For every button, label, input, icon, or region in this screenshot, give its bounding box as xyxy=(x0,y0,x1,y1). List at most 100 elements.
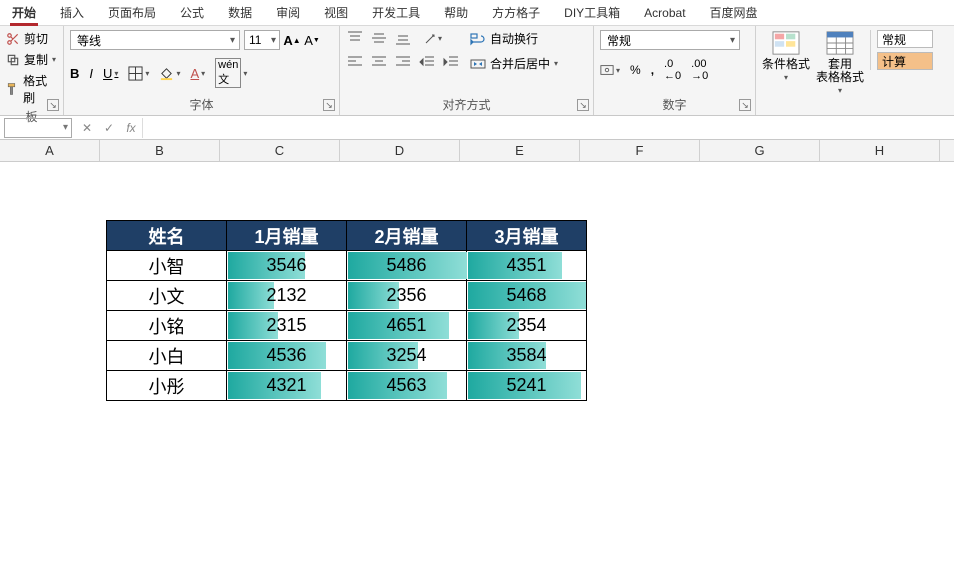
font-color-button[interactable]: A▾ xyxy=(190,66,205,81)
alignment-launcher[interactable]: ↘ xyxy=(577,99,589,111)
table-header[interactable]: 姓名 xyxy=(107,221,227,251)
table-header[interactable]: 3月销量 xyxy=(467,221,587,251)
decrease-indent-button[interactable] xyxy=(418,54,436,70)
decrease-decimal-button[interactable]: .00→0 xyxy=(691,58,708,82)
value-cell[interactable]: 4651 xyxy=(347,311,467,341)
comma-button[interactable]: , xyxy=(651,63,654,77)
column-header-A[interactable]: A xyxy=(0,140,100,161)
name-cell[interactable]: 小白 xyxy=(107,341,227,371)
value-cell[interactable]: 3254 xyxy=(347,341,467,371)
tab-插入[interactable]: 插入 xyxy=(48,0,96,25)
column-header-E[interactable]: E xyxy=(460,140,580,161)
table-header[interactable]: 2月销量 xyxy=(347,221,467,251)
orientation-button[interactable]: ▾ xyxy=(418,30,446,46)
group-label-alignment: 对齐方式 xyxy=(346,94,587,113)
value-cell[interactable]: 2354 xyxy=(467,311,587,341)
align-left-button[interactable] xyxy=(346,54,364,70)
phonetic-button[interactable]: wén文▾ xyxy=(215,58,247,88)
chevron-down-icon: ▾ xyxy=(554,59,558,68)
column-header-D[interactable]: D xyxy=(340,140,460,161)
cut-button[interactable]: 剪切 xyxy=(6,30,57,47)
copy-button[interactable]: 复制 ▾ xyxy=(6,51,57,68)
align-top-button[interactable] xyxy=(346,30,364,46)
insert-function-button[interactable]: fx xyxy=(120,121,142,135)
number-format-select[interactable]: 常规 xyxy=(600,30,740,50)
scissors-icon xyxy=(6,32,20,46)
tab-开始[interactable]: 开始 xyxy=(0,0,48,25)
tab-数据[interactable]: 数据 xyxy=(216,0,264,25)
underline-button[interactable]: U▾ xyxy=(103,66,118,81)
column-header-F[interactable]: F xyxy=(580,140,700,161)
value-cell[interactable]: 5486 xyxy=(347,251,467,281)
formula-input[interactable] xyxy=(142,118,954,138)
tab-开发工具[interactable]: 开发工具 xyxy=(360,0,432,25)
name-cell[interactable]: 小智 xyxy=(107,251,227,281)
tab-公式[interactable]: 公式 xyxy=(168,0,216,25)
align-middle-button[interactable] xyxy=(370,30,388,46)
chevron-down-icon: ▾ xyxy=(784,73,788,82)
value-cell[interactable]: 3584 xyxy=(467,341,587,371)
name-cell[interactable]: 小文 xyxy=(107,281,227,311)
wrap-text-button[interactable]: 自动换行 xyxy=(470,30,558,47)
value-cell[interactable]: 4321 xyxy=(227,371,347,401)
tab-DIY工具箱[interactable]: DIY工具箱 xyxy=(552,0,632,25)
value-cell[interactable]: 4536 xyxy=(227,341,347,371)
cell-style-calculation[interactable]: 计算 xyxy=(877,52,933,70)
decrease-font-button[interactable]: A▼ xyxy=(304,32,320,48)
align-right-button[interactable] xyxy=(394,54,412,70)
tab-方方格子[interactable]: 方方格子 xyxy=(480,0,552,25)
value-cell[interactable]: 2132 xyxy=(227,281,347,311)
table-row: 小铭231546512354 xyxy=(107,311,587,341)
enter-formula-button[interactable]: ✓ xyxy=(98,121,120,135)
cell-style-normal[interactable]: 常规 xyxy=(877,30,933,48)
merge-center-label: 合并后居中 xyxy=(490,55,550,72)
tab-帮助[interactable]: 帮助 xyxy=(432,0,480,25)
accounting-format-button[interactable]: ▾ xyxy=(600,63,620,77)
tab-页面布局[interactable]: 页面布局 xyxy=(96,0,168,25)
tab-视图[interactable]: 视图 xyxy=(312,0,360,25)
value-cell[interactable]: 2315 xyxy=(227,311,347,341)
value-cell[interactable]: 4563 xyxy=(347,371,467,401)
cancel-formula-button[interactable]: ✕ xyxy=(76,121,98,135)
worksheet-area[interactable]: 姓名1月销量2月销量3月销量 小智354654864351小文213223565… xyxy=(0,162,954,580)
font-name-select[interactable]: 等线 xyxy=(70,30,240,50)
name-cell[interactable]: 小彤 xyxy=(107,371,227,401)
font-size-select[interactable]: 11 xyxy=(244,30,280,50)
percent-button[interactable]: % xyxy=(630,63,641,77)
align-center-button[interactable] xyxy=(370,54,388,70)
tab-Acrobat[interactable]: Acrobat xyxy=(632,2,697,24)
merge-center-button[interactable]: 合并后居中 ▾ xyxy=(470,55,558,72)
value-cell[interactable]: 5468 xyxy=(467,281,587,311)
column-header-H[interactable]: H xyxy=(820,140,940,161)
fill-color-button[interactable]: ▾ xyxy=(159,66,180,81)
value-cell[interactable]: 5241 xyxy=(467,371,587,401)
increase-decimal-button[interactable]: .0←0 xyxy=(664,58,681,82)
group-label-number: 数字 xyxy=(600,94,749,113)
column-header-G[interactable]: G xyxy=(700,140,820,161)
clipboard-launcher[interactable]: ↘ xyxy=(47,99,59,111)
increase-indent-button[interactable] xyxy=(442,54,460,70)
value-cell[interactable]: 2356 xyxy=(347,281,467,311)
increase-font-button[interactable]: A▲ xyxy=(284,32,300,48)
table-header[interactable]: 1月销量 xyxy=(227,221,347,251)
cut-label: 剪切 xyxy=(24,30,48,47)
column-header-B[interactable]: B xyxy=(100,140,220,161)
value-cell[interactable]: 3546 xyxy=(227,251,347,281)
name-cell[interactable]: 小铭 xyxy=(107,311,227,341)
border-button[interactable]: ▾ xyxy=(128,66,149,81)
bold-button[interactable]: B xyxy=(70,66,79,81)
border-icon xyxy=(128,66,143,81)
group-clipboard: 剪切 复制 ▾ 格式刷 板 ↘ xyxy=(0,26,64,115)
font-launcher[interactable]: ↘ xyxy=(323,99,335,111)
tab-百度网盘[interactable]: 百度网盘 xyxy=(698,0,770,25)
conditional-format-button[interactable]: 条件格式 ▾ xyxy=(762,30,810,82)
number-launcher[interactable]: ↘ xyxy=(739,99,751,111)
column-header-C[interactable]: C xyxy=(220,140,340,161)
value-cell[interactable]: 4351 xyxy=(467,251,587,281)
align-bottom-button[interactable] xyxy=(394,30,412,46)
name-box[interactable] xyxy=(4,118,72,138)
table-format-icon xyxy=(825,30,855,56)
tab-审阅[interactable]: 审阅 xyxy=(264,0,312,25)
italic-button[interactable]: I xyxy=(89,66,93,81)
format-as-table-button[interactable]: 套用表格格式 ▾ xyxy=(816,30,864,95)
